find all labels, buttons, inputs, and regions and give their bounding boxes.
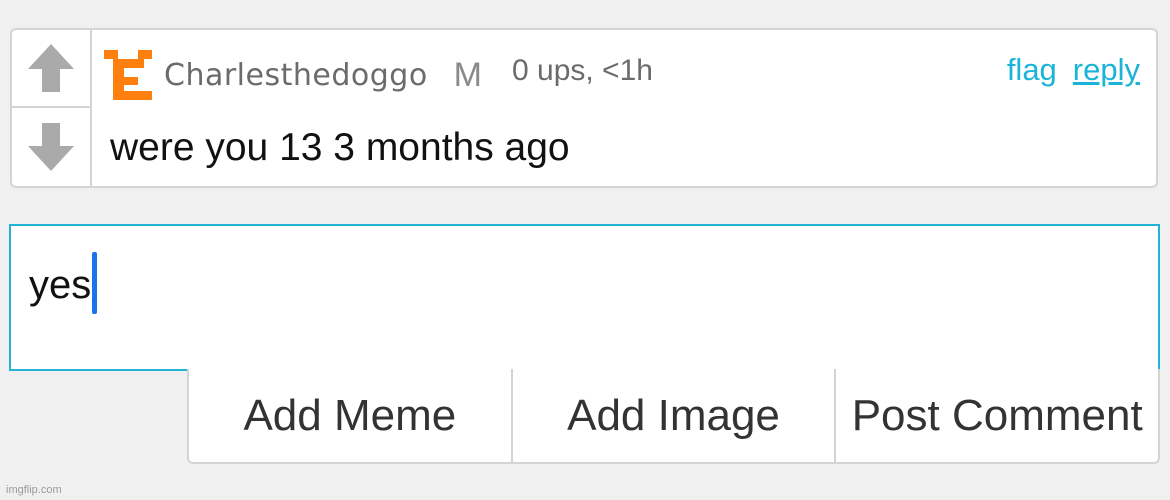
comment-meta: Charlesthedoggo M 0 ups, <1h [104,50,653,100]
reply-input-value-wrapper: yes [29,252,98,316]
user-avatar-icon[interactable] [104,50,152,100]
comment-username[interactable]: Charlesthedoggo [164,58,428,93]
reply-textarea[interactable]: yes [9,224,1160,371]
post-comment-button[interactable]: Post Comment [836,369,1158,462]
text-caret [92,252,98,314]
downvote-arrow-icon [28,123,74,171]
watermark: imgflip.com [6,484,62,496]
comment-stats: 0 ups, <1h [512,54,653,87]
flag-link[interactable]: flag [1007,52,1057,88]
comment-actions: flag reply [1007,50,1140,90]
comment-text: were you 13 3 months ago [110,126,570,169]
user-badge: M [453,55,482,94]
reply-input-value: yes [29,262,92,307]
upvote-button[interactable] [12,30,90,108]
add-image-button[interactable]: Add Image [513,369,837,462]
add-meme-button[interactable]: Add Meme [189,369,513,462]
upvote-arrow-icon [28,44,74,92]
reply-link[interactable]: reply [1073,52,1140,88]
downvote-button[interactable] [12,108,90,186]
comment-card: Charlesthedoggo M 0 ups, <1h flag reply … [10,28,1158,188]
reply-button-bar: Add Meme Add Image Post Comment [187,369,1160,464]
vote-column [12,30,92,186]
